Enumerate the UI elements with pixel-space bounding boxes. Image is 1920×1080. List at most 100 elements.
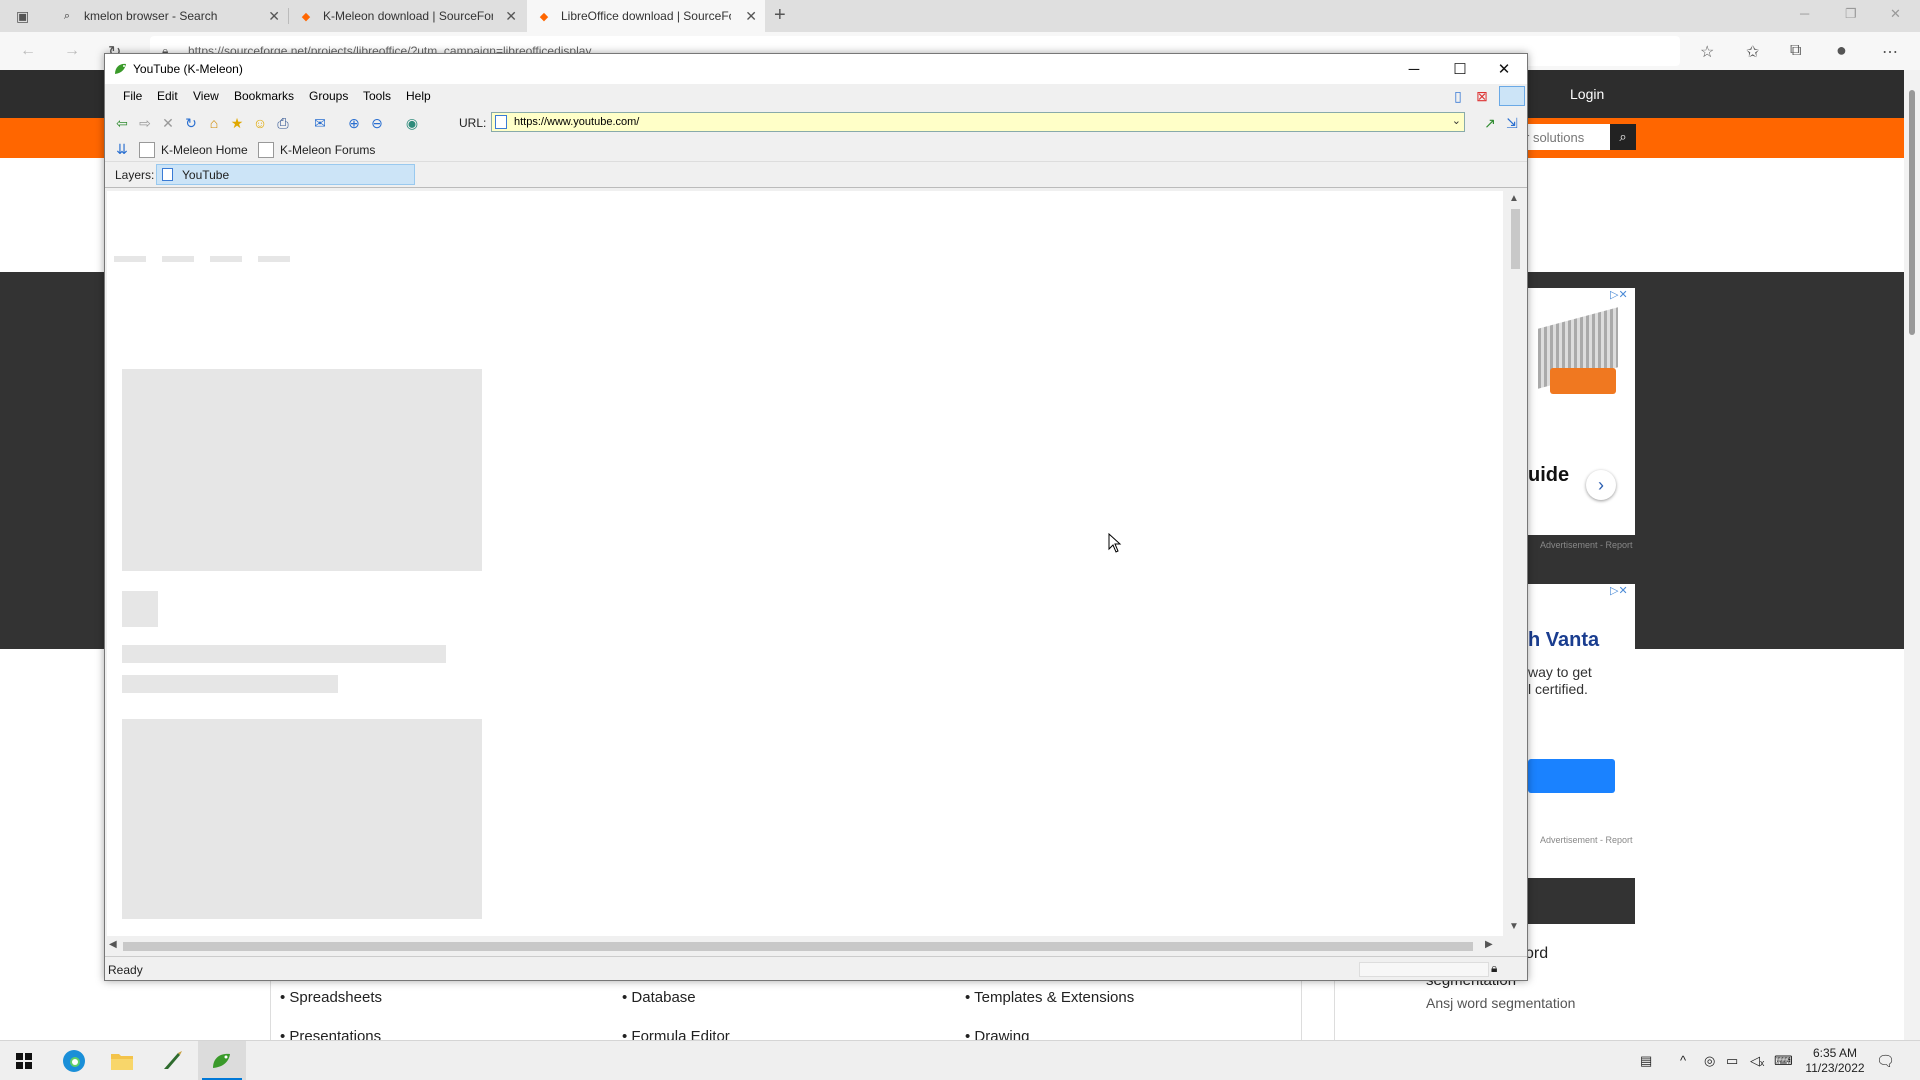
reload-icon[interactable]: ↻ (182, 114, 200, 132)
close-window-icon[interactable]: ✕ (1890, 6, 1901, 22)
kmeleon-title-bar[interactable]: YouTube (K-Meleon) ─ ☐ ✕ (105, 54, 1527, 84)
forward-icon[interactable]: → (64, 42, 80, 60)
back-icon[interactable]: ← (20, 42, 36, 60)
taskbar-app-feather[interactable] (148, 1041, 196, 1080)
layers-bar: Layers: YouTube (105, 162, 1527, 188)
add-favorite-icon[interactable]: ☆ (1700, 42, 1714, 62)
chevron-down-icon[interactable]: ⌄ (1452, 114, 1461, 127)
ad-report-label[interactable]: Advertisement - Report (1540, 835, 1633, 845)
status-bar: Ready 🔒︎ (105, 956, 1527, 980)
vertical-scrollbar[interactable]: ▲ ▼ (1505, 191, 1525, 936)
navigation-toolbar: ⇦ ⇨ ✕ ↻ ⌂ ★ ☺ ⎙ ✉ ⊕ ⊖ ◉ URL: https://www… (105, 108, 1527, 136)
keyboard-icon[interactable]: ⌨ (1774, 1053, 1793, 1069)
horizontal-scrollbar[interactable]: ◀ ▶ (105, 936, 1527, 956)
zoom-in-icon[interactable]: ⊕ (345, 114, 363, 132)
search-button[interactable]: ⌕ (1610, 124, 1636, 150)
volume-muted-icon[interactable]: ◁ₓ (1750, 1053, 1764, 1069)
bookmark-kmeleon-forums[interactable]: K-Meleon Forums (258, 142, 375, 158)
history-icon[interactable]: ☺ (251, 114, 269, 132)
minimize-button[interactable]: ─ (1391, 54, 1437, 84)
minimize-icon[interactable]: ─ (1800, 6, 1809, 21)
search-go-icon[interactable]: ⇲ (1503, 114, 1521, 132)
sourceforge-icon: ◆ (539, 10, 549, 23)
login-link[interactable]: Login (1570, 86, 1604, 102)
scroll-down-icon[interactable]: ▼ (1509, 921, 1519, 932)
advertisement-1[interactable]: ▷✕ uide › (1528, 288, 1635, 535)
zoom-out-icon[interactable]: ⊖ (368, 114, 386, 132)
window-title: YouTube (K-Meleon) (133, 62, 243, 76)
close-button[interactable]: ✕ (1481, 54, 1527, 84)
edge-tab-kmeleon[interactable]: ◆ K-Meleon download | SourceFor ✕ (289, 0, 525, 32)
kmeleon-logo-icon (213, 1053, 230, 1068)
new-layer-icon[interactable]: ▯ (1449, 87, 1467, 105)
home-icon[interactable]: ⌂ (205, 114, 223, 132)
skeleton-avatar (122, 591, 158, 627)
progress-bar (1359, 962, 1489, 977)
chevron-right-icon[interactable]: › (1586, 470, 1616, 500)
close-icon[interactable]: ✕ (505, 8, 517, 25)
taskbar-edge[interactable] (50, 1041, 98, 1080)
tab-actions-icon[interactable]: ▣ (16, 8, 29, 25)
menu-tools[interactable]: Tools (363, 89, 391, 103)
edge-scrollbar[interactable] (1904, 70, 1920, 1040)
security-lock-icon[interactable]: 🔒︎ (1491, 961, 1497, 976)
close-icon: ✕ (1497, 61, 1511, 78)
scrollbar-thumb[interactable] (1511, 209, 1520, 269)
feather-app-icon (164, 1051, 182, 1069)
forward-icon[interactable]: ⇨ (136, 114, 154, 132)
layer-tab-youtube[interactable]: YouTube (156, 164, 415, 185)
restore-icon[interactable]: ❐ (1845, 6, 1857, 22)
ad-cta-button[interactable] (1528, 759, 1615, 793)
close-icon[interactable]: ✕ (745, 8, 757, 25)
ad-report-label[interactable]: Advertisement - Report (1540, 540, 1633, 550)
menu-help[interactable]: Help (406, 89, 431, 103)
ad-choices-icon[interactable]: ▷✕ (1610, 288, 1628, 301)
search-icon: ⌕ (1619, 129, 1627, 144)
mail-icon[interactable]: ✉ (311, 114, 329, 132)
more-icon[interactable]: ⋯ (1882, 42, 1898, 62)
scrollbar-thumb[interactable] (1909, 90, 1915, 335)
favorites-icon[interactable]: ✩ (1746, 42, 1759, 62)
collections-icon[interactable]: ⧉ (1790, 42, 1801, 60)
maximize-button[interactable]: ☐ (1437, 54, 1483, 84)
close-icon[interactable]: ✕ (268, 8, 280, 25)
menu-groups[interactable]: Groups (309, 89, 348, 103)
menu-edit[interactable]: Edit (157, 89, 178, 103)
bookmarks-menu-icon[interactable]: ⇊ (113, 140, 131, 158)
globe-icon[interactable]: ◉ (403, 114, 421, 132)
edge-tab-search[interactable]: ⌕ kmelon browser - Search ✕ (50, 0, 288, 32)
meet-now-icon[interactable]: ◎ (1704, 1053, 1715, 1069)
bookmark-star-icon[interactable]: ★ (228, 114, 246, 132)
go-icon[interactable]: ↗ (1481, 114, 1499, 132)
menu-bookmarks[interactable]: Bookmarks (234, 89, 294, 103)
scroll-right-icon[interactable]: ▶ (1485, 939, 1493, 950)
scroll-up-icon[interactable]: ▲ (1509, 193, 1519, 204)
layer-button[interactable] (1499, 86, 1525, 106)
taskbar-file-explorer[interactable] (98, 1041, 146, 1080)
print-icon[interactable]: ⎙ (274, 114, 292, 132)
ad-choices-icon[interactable]: ▷✕ (1610, 584, 1628, 597)
edge-icon (63, 1050, 85, 1072)
edge-tab-libreoffice[interactable]: ◆ LibreOffice download | SourceFo ✕ (527, 0, 765, 32)
taskbar-kmeleon[interactable] (198, 1041, 246, 1080)
advertisement-2[interactable]: ▷✕ h Vanta way to get l certified. (1528, 584, 1635, 829)
menu-view[interactable]: View (193, 89, 219, 103)
url-input[interactable]: https://www.youtube.com/ ⌄ (491, 112, 1465, 132)
profile-icon[interactable]: ● (1836, 40, 1847, 61)
notification-icon[interactable]: 🗨︎ (1876, 1052, 1895, 1070)
back-icon[interactable]: ⇦ (113, 114, 131, 132)
clock[interactable]: 6:35 AM 11/23/2022 (1800, 1046, 1870, 1076)
start-button[interactable] (0, 1041, 48, 1080)
bookmark-kmeleon-home[interactable]: K-Meleon Home (139, 142, 248, 158)
chevron-up-icon[interactable]: ^ (1680, 1053, 1686, 1068)
menu-file[interactable]: File (123, 89, 142, 103)
layer-tab-label: YouTube (182, 168, 230, 182)
stop-icon[interactable]: ✕ (159, 114, 177, 132)
related-title[interactable]: ord (1525, 945, 1548, 963)
scrollbar-thumb[interactable] (123, 942, 1473, 951)
new-tab-icon[interactable]: + (774, 4, 786, 27)
network-icon[interactable]: ▭ (1726, 1053, 1738, 1069)
scroll-left-icon[interactable]: ◀ (109, 939, 117, 950)
news-icon[interactable]: ▤ (1640, 1053, 1652, 1069)
close-layer-icon[interactable]: ⊠ (1473, 87, 1491, 105)
